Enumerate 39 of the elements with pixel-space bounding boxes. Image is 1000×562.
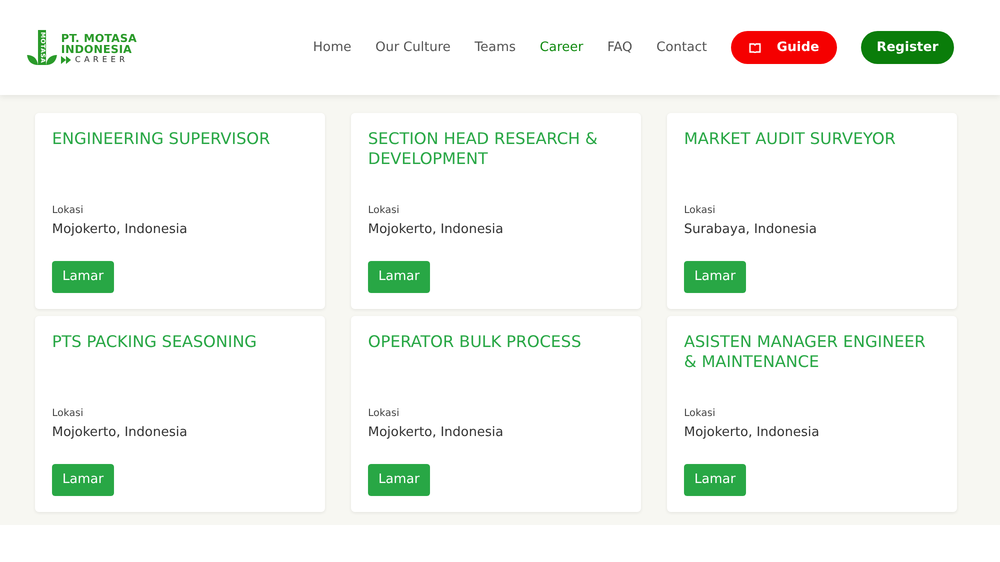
location-text: Mojokerto, Indonesia [368, 424, 504, 442]
nav-link[interactable]: Career [540, 38, 584, 58]
logo-tagline: CAREER [75, 55, 128, 66]
leaf-icon [46, 53, 57, 66]
register-button[interactable]: Register [861, 31, 954, 64]
job-title: OPERATOR BULK PROCESS [368, 332, 582, 353]
location-text: Mojokerto, Indonesia [52, 220, 188, 239]
location-label: Lokasi [684, 204, 716, 218]
chevron-icon [61, 56, 71, 64]
apply-button[interactable]: Lamar [684, 464, 746, 496]
apply-button[interactable]: Lamar [368, 261, 430, 293]
job-title: PTS PACKING SEASONING [52, 332, 258, 353]
apply-button[interactable]: Lamar [52, 261, 114, 293]
location-label: Lokasi [52, 406, 84, 421]
nav-link[interactable]: Home [312, 38, 352, 58]
location-text: Mojokerto, Indonesia [52, 424, 188, 442]
nav-link[interactable]: Our Culture [375, 38, 451, 58]
job-title: ASISTEN MANAGER ENGINEER & MAINTENANCE [684, 332, 927, 373]
nav-link[interactable]: Contact [656, 38, 707, 58]
location-label: Lokasi [52, 204, 84, 218]
location-label: Lokasi [684, 406, 716, 421]
nav-link[interactable]: FAQ [607, 38, 632, 58]
logo-text: PT. MOTASA [61, 33, 137, 44]
location-text: Mojokerto, Indonesia [684, 424, 820, 442]
apply-button[interactable]: Lamar [52, 464, 114, 496]
location-label: Lokasi [368, 204, 400, 218]
nav-link[interactable]: Teams [474, 38, 516, 58]
guide-button[interactable]: Guide [731, 31, 837, 64]
apply-button[interactable]: Lamar [684, 261, 746, 293]
logo-text: INDONESIA [61, 44, 133, 56]
book-icon [748, 42, 761, 52]
leaf-icon [27, 53, 38, 66]
job-title: SECTION HEAD RESEARCH & DEVELOPMENT [368, 129, 599, 170]
apply-button[interactable]: Lamar [368, 464, 430, 496]
job-title: ENGINEERING SUPERVISOR [52, 129, 272, 150]
job-title: MARKET AUDIT SURVEYOR [684, 129, 897, 150]
location-text: Mojokerto, Indonesia [368, 220, 504, 239]
location-label: Lokasi [368, 406, 400, 421]
location-text: Surabaya, Indonesia [684, 220, 818, 239]
